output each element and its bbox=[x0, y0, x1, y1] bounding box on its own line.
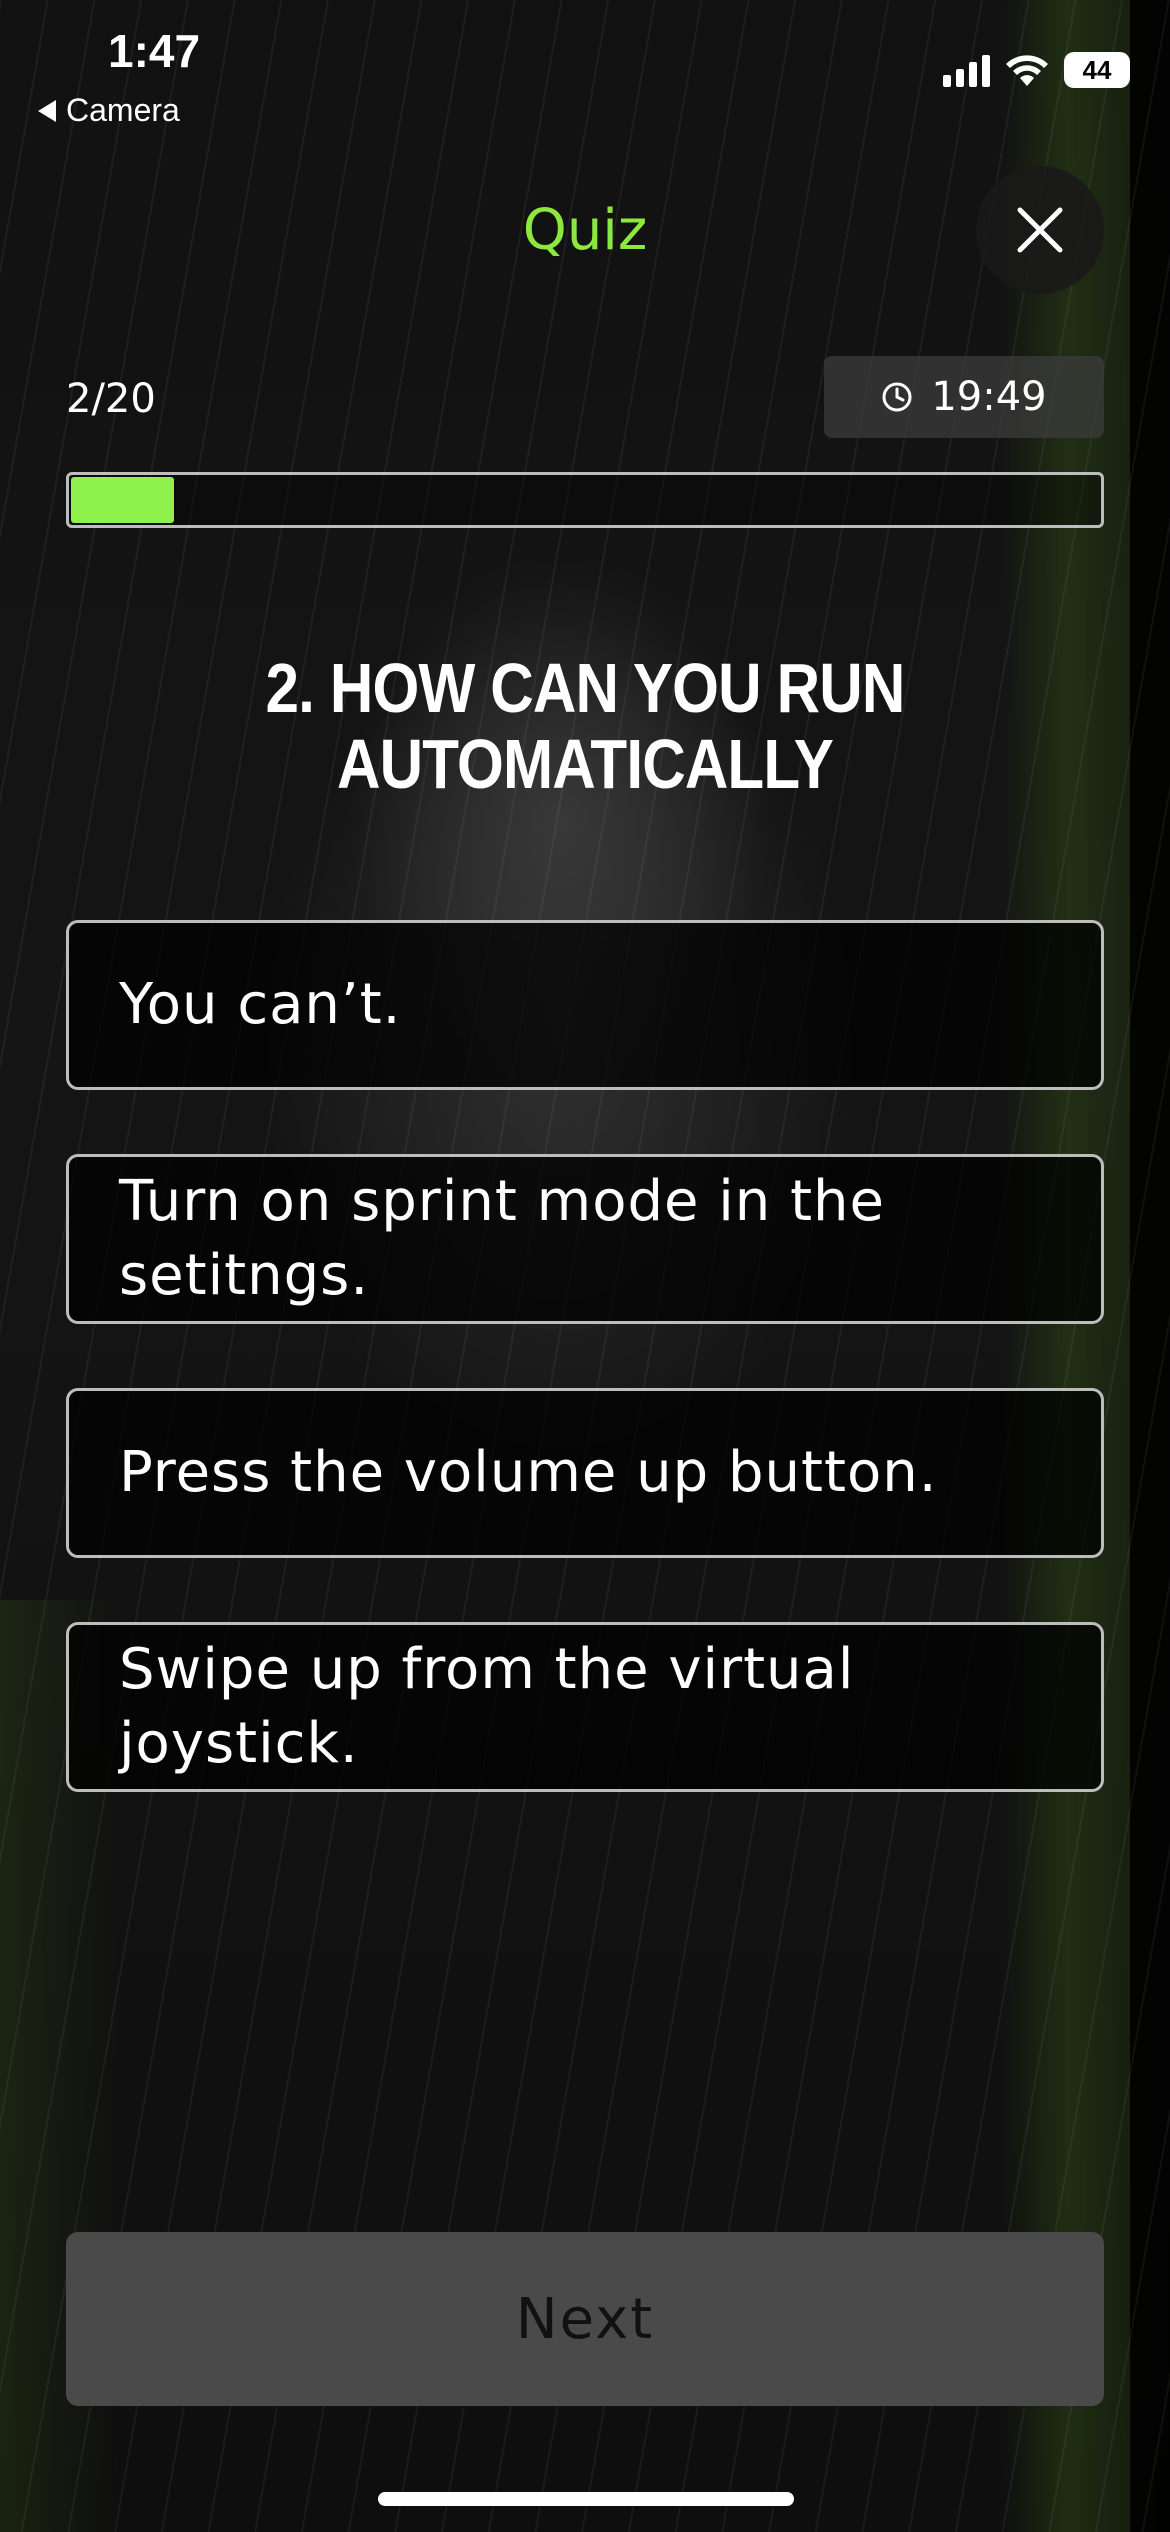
question-counter: 2/20 bbox=[66, 376, 156, 422]
answer-option[interactable]: You can’t. bbox=[66, 920, 1104, 1090]
question-text: 2. HOW CAN YOU RUN AUTOMATICALLY bbox=[265, 649, 906, 803]
answer-option-label: Press the volume up button. bbox=[119, 1440, 938, 1505]
battery-icon: 44 bbox=[1064, 52, 1130, 88]
status-indicators: 44 bbox=[943, 52, 1130, 88]
answer-option[interactable]: Swipe up from the virtual joystick. bbox=[66, 1622, 1104, 1792]
close-button[interactable] bbox=[976, 166, 1104, 294]
close-icon bbox=[1017, 207, 1063, 253]
progress-bar-fill bbox=[71, 477, 175, 523]
home-indicator[interactable] bbox=[378, 2492, 794, 2506]
clock-icon bbox=[882, 382, 912, 412]
next-button[interactable]: Next bbox=[66, 2232, 1104, 2406]
wifi-icon bbox=[1006, 55, 1048, 86]
answer-option[interactable]: Turn on sprint mode in the setitngs. bbox=[66, 1154, 1104, 1324]
answer-option-label: Swipe up from the virtual joystick. bbox=[119, 1637, 855, 1776]
back-to-app-label: Camera bbox=[66, 92, 180, 128]
progress-bar bbox=[66, 472, 1104, 528]
timer-value: 19:49 bbox=[931, 374, 1047, 420]
answer-option-label: You can’t. bbox=[119, 972, 402, 1037]
timer-badge: 19:49 bbox=[824, 356, 1104, 438]
back-to-app-link[interactable]: Camera bbox=[38, 92, 180, 129]
status-time: 1:47 bbox=[108, 25, 201, 77]
cellular-signal-icon bbox=[943, 53, 990, 87]
answer-option[interactable]: Press the volume up button. bbox=[66, 1388, 1104, 1558]
back-arrow-icon bbox=[38, 99, 56, 122]
answer-option-label: Turn on sprint mode in the setitngs. bbox=[119, 1169, 886, 1308]
